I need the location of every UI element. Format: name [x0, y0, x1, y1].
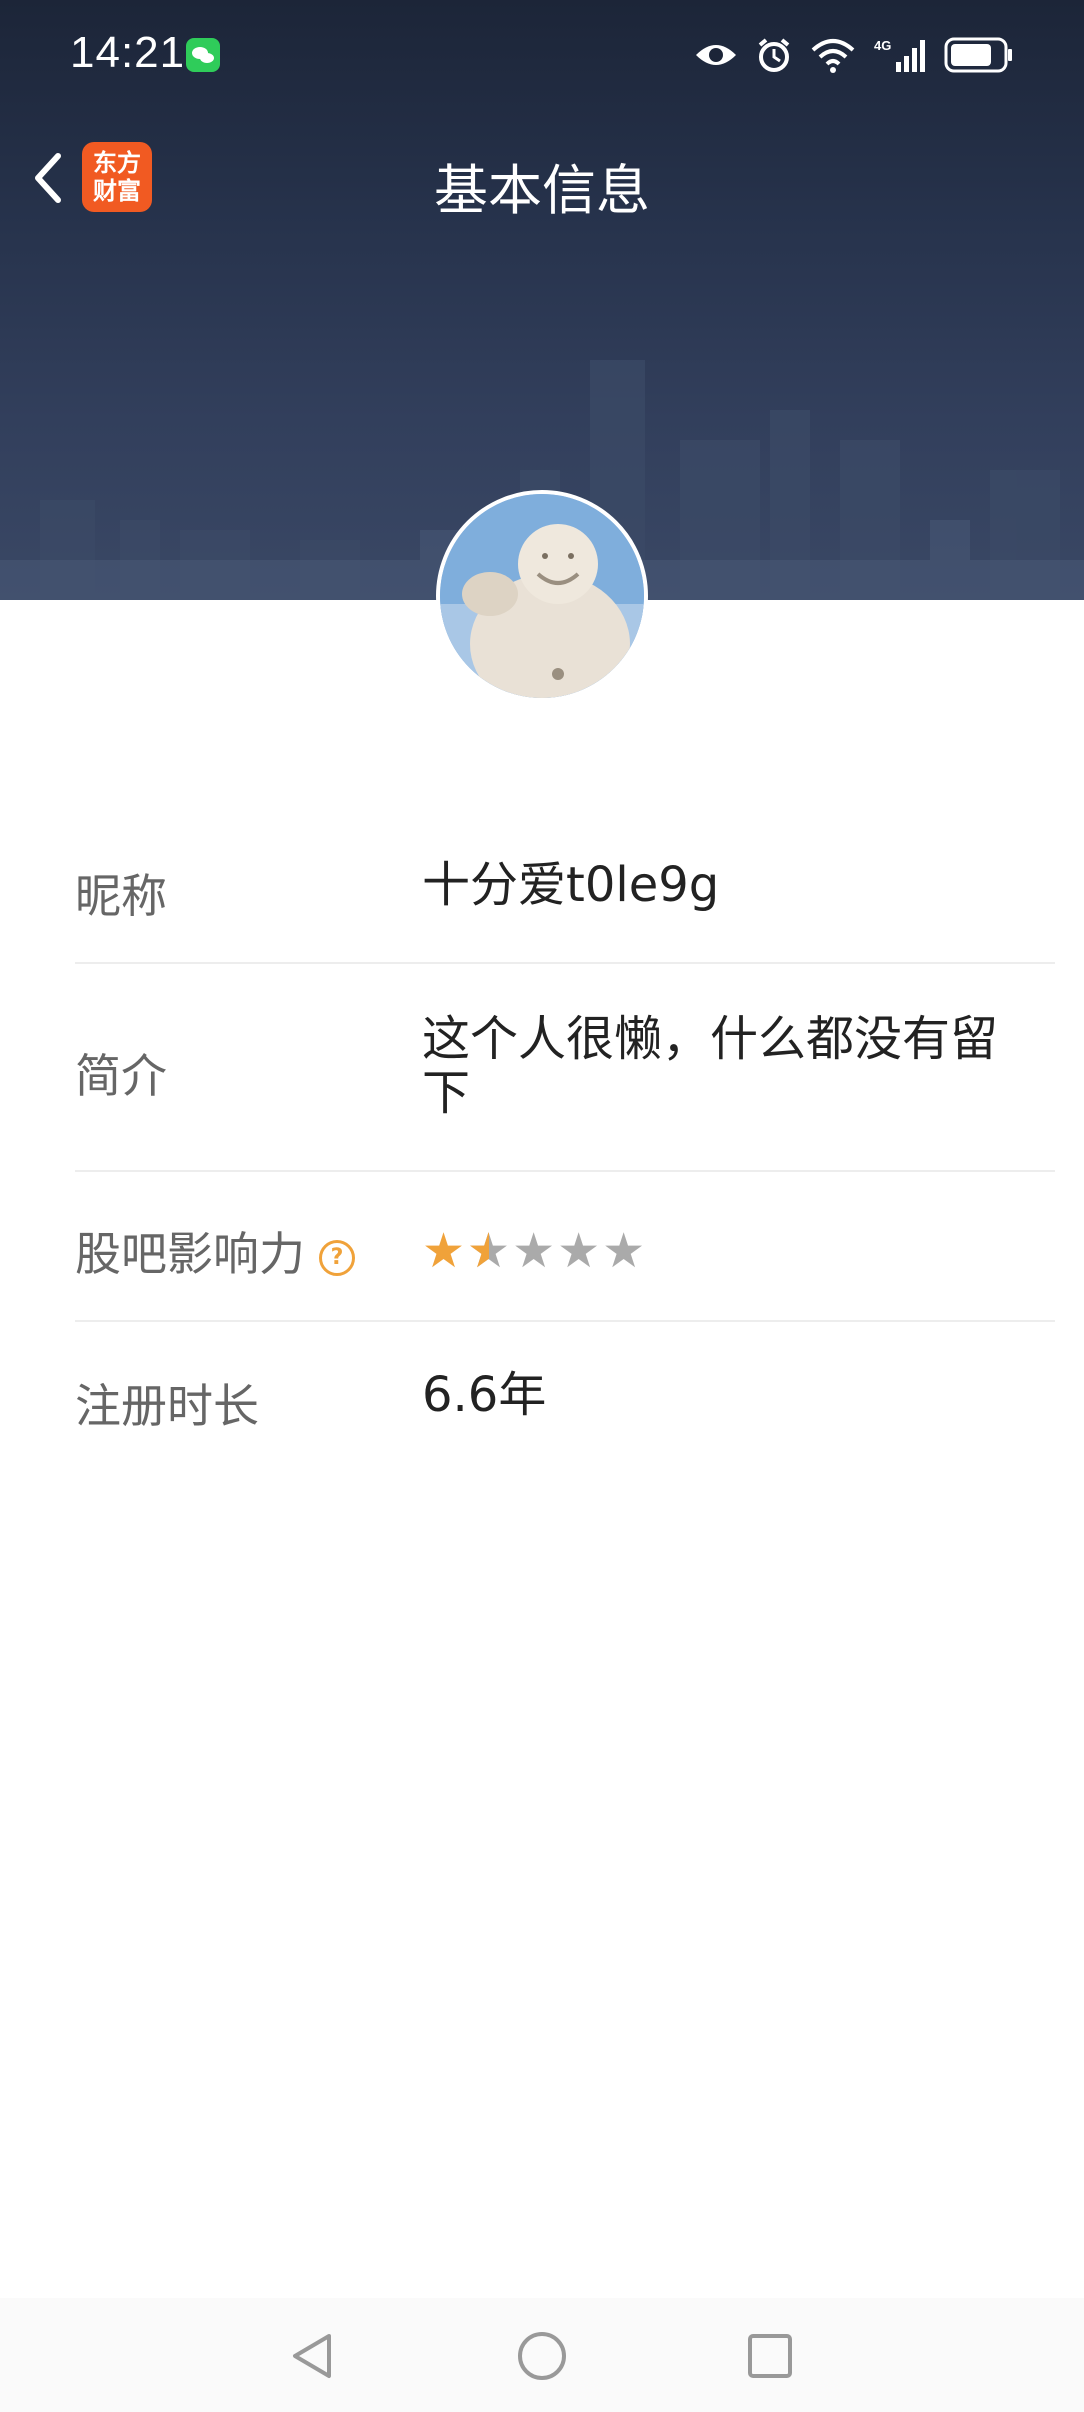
star-icon: ★ — [422, 1223, 466, 1279]
bio-label: 简介 — [75, 1049, 167, 1103]
wechat-icon — [186, 38, 220, 72]
battery-icon — [944, 37, 1012, 73]
system-nav-bar — [0, 2298, 1084, 2412]
status-bar: 14:21 4G — [0, 0, 1084, 110]
influence-rating: ★ ★ ★ ★ ★ — [422, 1224, 1005, 1278]
alarm-icon — [758, 38, 790, 72]
row-bio: 简介 这个人很懒，什么都没有留下 — [75, 964, 1055, 1172]
row-registration: 注册时长 6.6年 — [75, 1322, 1055, 1472]
home-circle-icon[interactable] — [514, 2328, 570, 2384]
avatar[interactable] — [436, 490, 648, 702]
star-icon: ★ — [557, 1223, 601, 1279]
eye-icon — [696, 45, 736, 65]
recents-square-icon[interactable] — [742, 2328, 798, 2384]
status-time: 14:21 — [70, 28, 186, 77]
wifi-icon — [811, 39, 855, 73]
influence-label-group: 股吧影响力? — [75, 1218, 355, 1284]
nickname-label: 昵称 — [75, 869, 167, 923]
row-influence: 股吧影响力? ★ ★ ★ ★ ★ — [75, 1172, 1055, 1322]
back-triangle-icon[interactable] — [285, 2328, 341, 2384]
nickname-value: 十分爱t0le9g — [422, 857, 720, 913]
registration-value: 6.6年 — [422, 1367, 547, 1423]
star-icon: ★ — [602, 1223, 646, 1279]
help-icon[interactable]: ? — [319, 1239, 355, 1276]
star-half-icon: ★ — [467, 1224, 510, 1278]
svg-text:4G: 4G — [874, 38, 891, 53]
avatar-image — [440, 494, 644, 698]
page-title: 基本信息 — [434, 159, 650, 222]
star-icon: ★ — [512, 1223, 556, 1279]
row-nickname: 昵称 十分爱t0le9g — [75, 810, 1055, 964]
registration-label: 注册时长 — [75, 1379, 259, 1433]
bio-value: 这个人很懒，什么都没有留下 — [422, 1011, 999, 1121]
profile-info-list: 昵称 十分爱t0le9g 简介 这个人很懒，什么都没有留下 股吧影响力? ★ ★… — [75, 810, 1055, 1472]
influence-label: 股吧影响力 — [75, 1227, 305, 1281]
nav-bar: 东方 财富 基本信息 — [0, 130, 1084, 226]
signal-4g-icon: 4G — [874, 38, 925, 72]
